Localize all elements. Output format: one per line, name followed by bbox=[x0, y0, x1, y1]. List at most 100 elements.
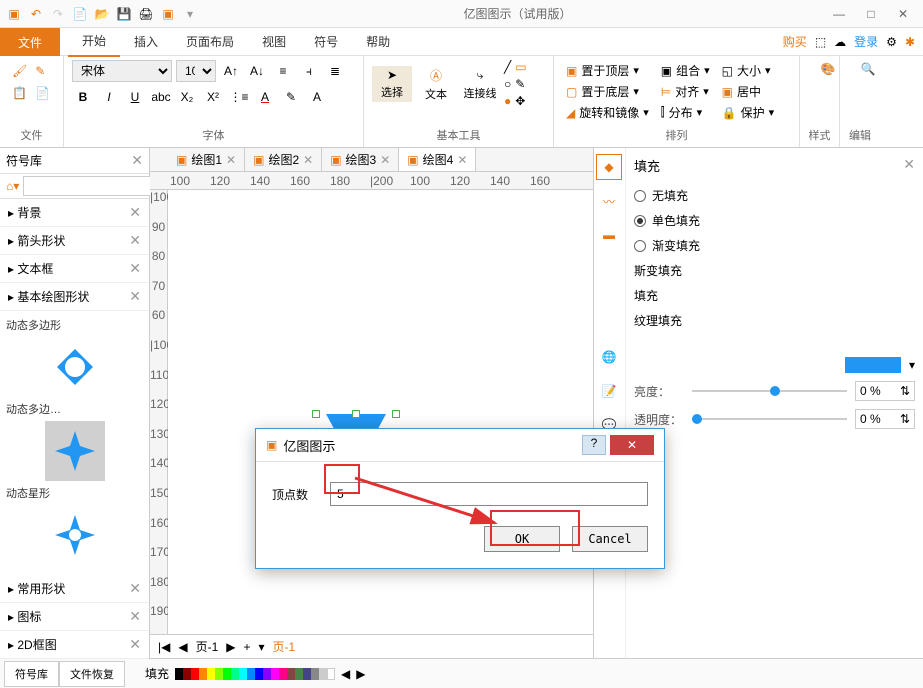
status-tab-library[interactable]: 符号库 bbox=[4, 661, 59, 687]
dialog-close-button[interactable]: ✕ bbox=[610, 435, 654, 455]
close-button[interactable]: ✕ bbox=[895, 6, 911, 22]
export-icon[interactable]: ▣ bbox=[158, 4, 178, 24]
category-icons[interactable]: ▸ 图标✕ bbox=[0, 603, 149, 631]
tab-close-icon[interactable]: ✕ bbox=[226, 153, 236, 167]
open-icon[interactable]: 📂 bbox=[92, 4, 112, 24]
pencil-icon[interactable]: ✎ bbox=[515, 77, 525, 91]
redo-icon[interactable]: ↷ bbox=[48, 4, 68, 24]
new-icon[interactable]: 📄 bbox=[70, 4, 90, 24]
font-family-select[interactable]: 宋体 bbox=[72, 60, 172, 82]
italic-icon[interactable]: I bbox=[98, 86, 120, 108]
tab-close-icon[interactable]: ✕ bbox=[380, 153, 390, 167]
home-icon[interactable]: ⌂▾ bbox=[2, 179, 23, 193]
qat-dropdown-icon[interactable]: ▾ bbox=[180, 4, 200, 24]
paste-icon[interactable]: 📋 bbox=[12, 86, 27, 100]
oval-icon[interactable]: ○ bbox=[504, 77, 511, 91]
category-background[interactable]: ▸ 背景✕ bbox=[0, 199, 149, 227]
line-tab-icon[interactable]: 〰 bbox=[596, 188, 622, 214]
radio-no-fill[interactable]: 无填充 bbox=[634, 183, 915, 208]
bring-front-button[interactable]: ▣置于顶层▾ bbox=[562, 60, 653, 81]
tab-drawing3[interactable]: ▣绘图3✕ bbox=[322, 148, 399, 171]
page-add-icon[interactable]: + bbox=[244, 640, 251, 654]
settings-icon[interactable]: ⚙ bbox=[886, 35, 897, 49]
shape-dynamic-polygon[interactable] bbox=[45, 337, 105, 397]
page-label[interactable]: 页-1 bbox=[196, 638, 219, 655]
tab-close-icon[interactable]: ✕ bbox=[303, 153, 313, 167]
brightness-slider[interactable] bbox=[692, 390, 847, 392]
tab-drawing1[interactable]: ▣绘图1✕ bbox=[168, 148, 245, 171]
rotate-button[interactable]: ◢旋转和镜像▾ bbox=[562, 102, 653, 123]
shape-star2[interactable] bbox=[45, 505, 105, 565]
page-first-icon[interactable]: |◀ bbox=[158, 640, 170, 654]
edit-tab-icon[interactable]: 📝 bbox=[596, 378, 622, 404]
line-spacing-icon[interactable]: ≣ bbox=[324, 60, 346, 82]
align-button[interactable]: ⊨对齐▾ bbox=[657, 81, 714, 102]
buy-link[interactable]: 购买 bbox=[783, 33, 807, 50]
print-icon[interactable]: 🖨 bbox=[136, 4, 156, 24]
menu-help[interactable]: 帮助 bbox=[352, 27, 404, 56]
cancel-button[interactable]: Cancel bbox=[572, 526, 648, 552]
category-2d-frame[interactable]: ▸ 2D框图✕ bbox=[0, 631, 149, 659]
increase-font-icon[interactable]: A↑ bbox=[220, 60, 242, 82]
radio-texture2[interactable]: 填充 bbox=[634, 283, 915, 308]
radio-texture1[interactable]: 斯变填充 bbox=[634, 258, 915, 283]
tab-close-icon[interactable]: ✕ bbox=[457, 153, 467, 167]
select-tool[interactable]: ➤ 选择 bbox=[372, 66, 412, 102]
radio-solid-fill[interactable]: 单色填充 bbox=[634, 208, 915, 233]
save-icon[interactable]: 💾 bbox=[114, 4, 134, 24]
format-painter-icon[interactable]: ✎ bbox=[35, 64, 45, 78]
strike-icon[interactable]: abc bbox=[150, 86, 172, 108]
panel-close-icon[interactable]: ✕ bbox=[131, 152, 143, 169]
color-picker[interactable] bbox=[845, 357, 901, 373]
text-tool[interactable]: Ⓐ 文本 bbox=[416, 65, 456, 104]
subscript-icon[interactable]: X₂ bbox=[176, 86, 198, 108]
center-button[interactable]: ▣居中 bbox=[718, 81, 779, 102]
menu-symbol[interactable]: 符号 bbox=[300, 27, 352, 56]
bold-icon[interactable]: B bbox=[72, 86, 94, 108]
bullets-icon[interactable]: ⋮≡ bbox=[228, 86, 250, 108]
align-left-icon[interactable]: ≡ bbox=[272, 60, 294, 82]
category-arrows[interactable]: ▸ 箭头形状✕ bbox=[0, 227, 149, 255]
login-link[interactable]: 登录 bbox=[854, 33, 878, 50]
opacity-slider[interactable] bbox=[692, 418, 847, 420]
category-textbox[interactable]: ▸ 文本框✕ bbox=[0, 255, 149, 283]
menu-start[interactable]: 开始 bbox=[68, 26, 120, 57]
status-tab-recovery[interactable]: 文件恢复 bbox=[59, 661, 125, 687]
align-top-icon[interactable]: ⫞ bbox=[298, 60, 320, 82]
superscript-icon[interactable]: X² bbox=[202, 86, 224, 108]
font-color-icon[interactable]: A bbox=[254, 86, 276, 108]
minimize-button[interactable]: — bbox=[831, 6, 847, 22]
ok-button[interactable]: OK bbox=[484, 526, 560, 552]
font-size-select[interactable]: 10 bbox=[176, 60, 216, 82]
send-back-button[interactable]: ▢置于底层▾ bbox=[562, 81, 653, 102]
colorbar-next-icon[interactable]: ▶ bbox=[356, 667, 365, 681]
group-button[interactable]: ▣组合▾ bbox=[657, 60, 714, 81]
colorbar-prev-icon[interactable]: ◀ bbox=[341, 667, 350, 681]
protect-button[interactable]: 🔒保护▾ bbox=[718, 102, 779, 123]
maximize-button[interactable]: □ bbox=[863, 6, 879, 22]
globe-icon[interactable]: 🌐 bbox=[596, 344, 622, 370]
brightness-spinner[interactable]: 0 %⇅ bbox=[855, 381, 915, 401]
move-icon[interactable]: ✥ bbox=[515, 94, 525, 108]
rect-icon[interactable]: ▭ bbox=[515, 60, 526, 74]
page-menu-icon[interactable]: ▾ bbox=[259, 640, 265, 654]
category-common[interactable]: ▸ 常用形状✕ bbox=[0, 575, 149, 603]
panel-close-icon[interactable]: ✕ bbox=[903, 156, 915, 183]
underline-icon[interactable]: U bbox=[124, 86, 146, 108]
decrease-font-icon[interactable]: A↓ bbox=[246, 60, 268, 82]
cloud-icon[interactable]: ☁ bbox=[834, 35, 846, 49]
tab-drawing2[interactable]: ▣绘图2✕ bbox=[245, 148, 322, 171]
radio-gradient-fill[interactable]: 渐变填充 bbox=[634, 233, 915, 258]
size-button[interactable]: ◱大小▾ bbox=[718, 60, 779, 81]
menu-insert[interactable]: 插入 bbox=[120, 27, 172, 56]
color-bar[interactable] bbox=[175, 668, 335, 680]
connector-tool[interactable]: ⤷ 连接线 bbox=[460, 66, 500, 103]
page-prev-icon[interactable]: ◀ bbox=[178, 640, 187, 654]
menu-page-layout[interactable]: 页面布局 bbox=[172, 27, 248, 56]
dialog-help-button[interactable]: ? bbox=[582, 435, 606, 455]
vertex-count-input[interactable] bbox=[330, 482, 648, 506]
shape-dynamic-star[interactable] bbox=[45, 421, 105, 481]
distribute-button[interactable]: ⫿分布▾ bbox=[657, 102, 714, 123]
share-icon[interactable]: ⬚ bbox=[815, 35, 826, 49]
category-basic-shapes[interactable]: ▸ 基本绘图形状✕ bbox=[0, 283, 149, 311]
